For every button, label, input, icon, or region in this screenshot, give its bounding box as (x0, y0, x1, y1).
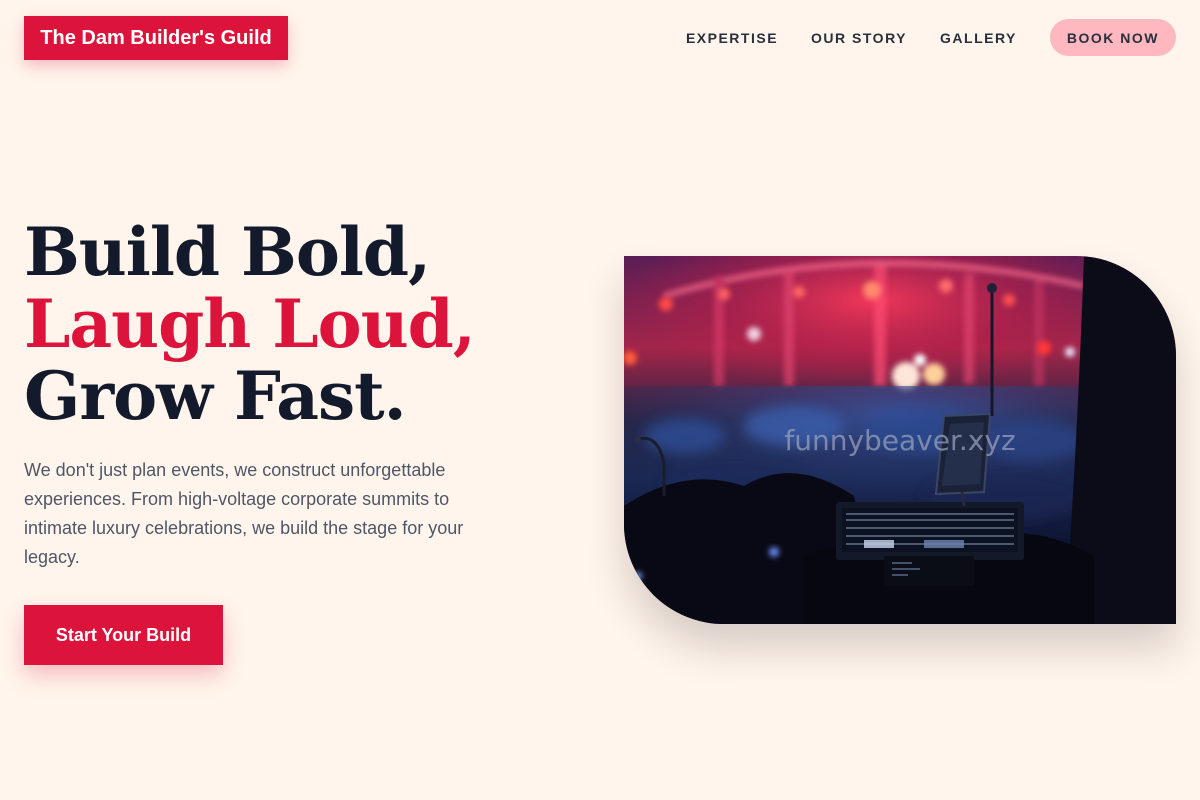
book-now-button[interactable]: BOOK NOW (1049, 19, 1176, 56)
nav-link-gallery[interactable]: GALLERY (940, 30, 1017, 46)
headline-line-3: Grow Fast. (24, 357, 407, 435)
nav-link-our-story[interactable]: OUR STORY (811, 30, 907, 46)
headline-line-1: Build Bold, (24, 213, 431, 291)
headline-line-2: Laugh Loud, (24, 285, 476, 363)
start-your-build-button[interactable]: Start Your Build (24, 605, 223, 665)
landing-page: The Dam Builder's Guild EXPERTISE OUR ST… (0, 0, 1200, 800)
hero-headline: Build Bold, Laugh Loud, Grow Fast. (24, 213, 476, 435)
concert-stage-photo (624, 256, 1176, 624)
hero-image: funnybeaver.xyz (624, 256, 1176, 624)
main-nav: EXPERTISE OUR STORY GALLERY BOOK NOW (686, 19, 1176, 56)
nav-link-expertise[interactable]: EXPERTISE (686, 30, 778, 46)
brand-logo-button[interactable]: The Dam Builder's Guild (24, 16, 288, 60)
hero-description: We don't just plan events, we construct … (24, 460, 464, 567)
